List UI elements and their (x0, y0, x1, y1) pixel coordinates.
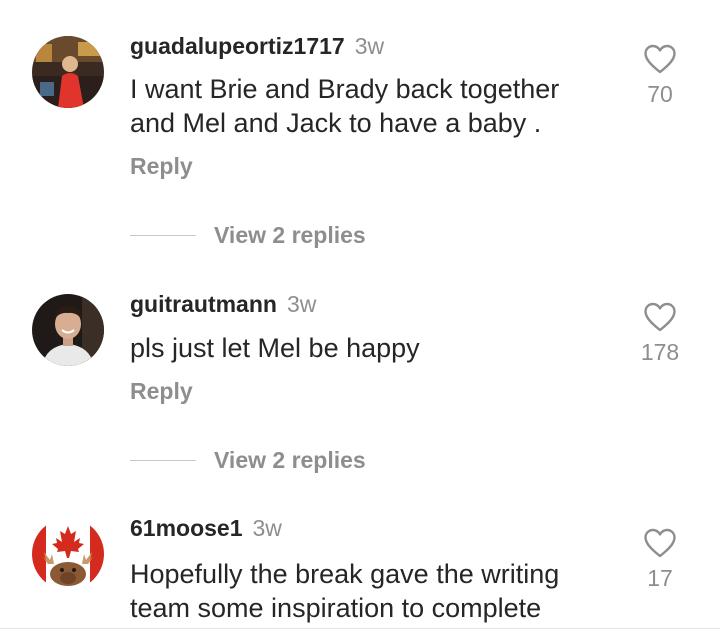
replies-divider (130, 234, 196, 236)
view-replies-label: View 2 replies (214, 447, 366, 473)
view-replies-label: View 2 replies (214, 222, 366, 248)
like-count: 17 (647, 565, 673, 591)
comment-age: 3w (354, 33, 385, 59)
reply-button[interactable]: Reply (130, 377, 193, 405)
comment-text: pls just let Mel be happy (130, 333, 420, 363)
like-control: 178 (620, 302, 700, 366)
heart-outline-icon[interactable] (643, 44, 677, 74)
comment-text: Hopefully the break gave the writing tea… (130, 559, 560, 623)
like-control: 17 (620, 528, 700, 592)
comment-text: I want Brie and Brady back together and … (130, 74, 560, 138)
username[interactable]: 61moose1 (130, 515, 243, 541)
photo-person-avatar-icon (32, 36, 104, 108)
view-replies-button[interactable]: View 2 replies (130, 446, 366, 474)
username[interactable]: guadalupeortiz1717 (130, 33, 345, 59)
heart-outline-icon[interactable] (643, 302, 677, 332)
view-replies-button[interactable]: View 2 replies (130, 221, 366, 249)
comment-header: guitrautmann 3w (130, 290, 316, 318)
avatar[interactable] (32, 518, 104, 590)
username[interactable]: guitrautmann (130, 291, 277, 317)
like-count: 178 (640, 339, 680, 365)
avatar[interactable] (32, 294, 104, 366)
like-control: 70 (620, 44, 700, 108)
comment-header: 61moose1 3w (130, 514, 282, 542)
comment-header: guadalupeortiz1717 3w (130, 32, 384, 60)
heart-outline-icon[interactable] (643, 528, 677, 558)
reply-button[interactable]: Reply (130, 152, 193, 180)
like-count: 70 (647, 81, 673, 107)
replies-divider (130, 459, 196, 461)
avatar[interactable] (32, 36, 104, 108)
comment-age: 3w (252, 515, 282, 541)
canada-flag-moose-avatar-icon (32, 518, 104, 590)
bottom-divider (0, 628, 720, 629)
comment-age: 3w (286, 291, 317, 317)
photo-smiling-man-avatar-icon (32, 294, 104, 366)
